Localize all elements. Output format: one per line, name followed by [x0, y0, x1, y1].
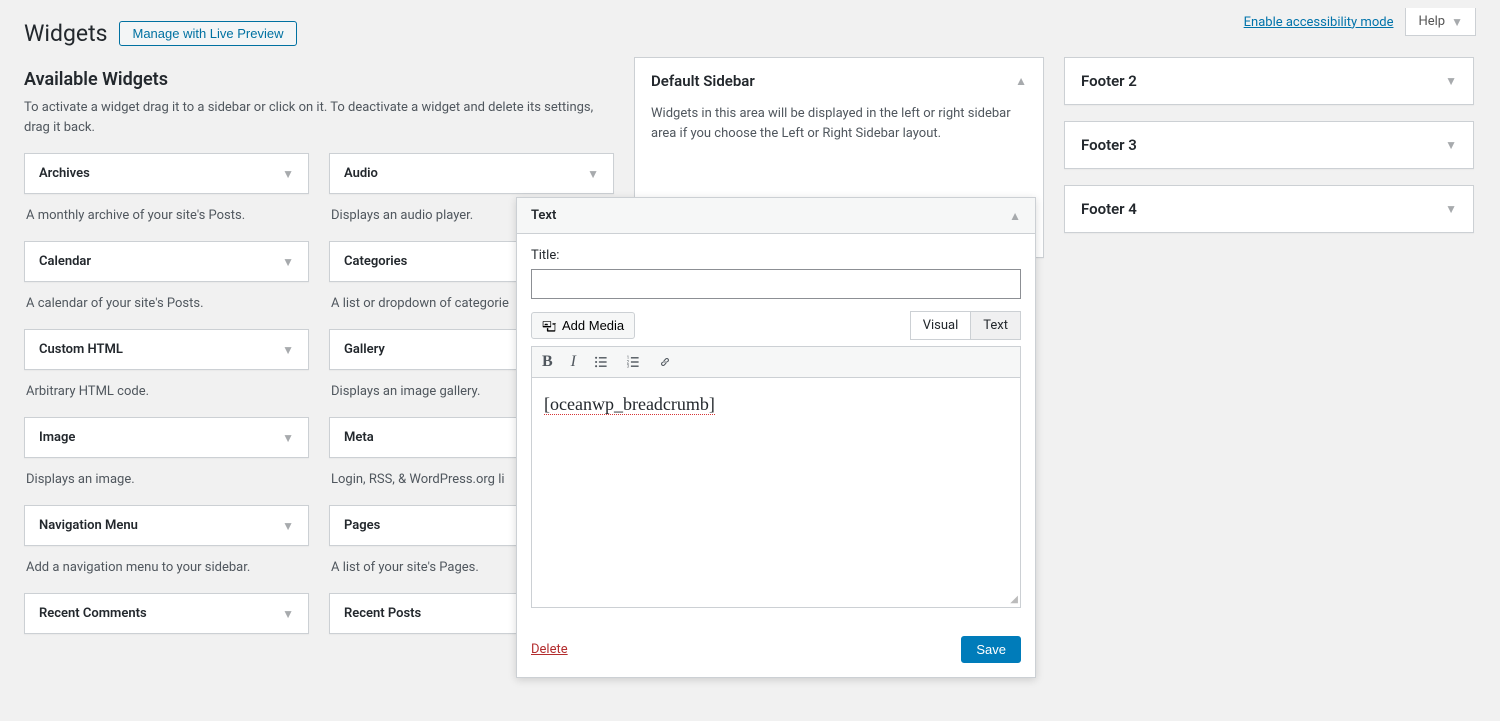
- live-preview-button[interactable]: Manage with Live Preview: [119, 21, 296, 46]
- widget-archives[interactable]: Archives▼: [24, 153, 309, 194]
- widget-audio[interactable]: Audio▼: [329, 153, 614, 194]
- text-widget-title: Text: [531, 208, 556, 223]
- chevron-down-icon: ▼: [282, 431, 294, 445]
- svg-text:3: 3: [627, 365, 630, 369]
- default-sidebar-desc: Widgets in this area will be displayed i…: [635, 104, 1043, 157]
- tab-visual[interactable]: Visual: [910, 311, 972, 340]
- page-title: Widgets: [24, 20, 107, 47]
- editor-content[interactable]: [oceanwp_breadcrumb] ◢: [531, 378, 1021, 608]
- italic-button[interactable]: I: [571, 353, 576, 371]
- widget-desc: A calendar of your site's Posts.: [24, 292, 309, 317]
- title-input[interactable]: [531, 269, 1021, 299]
- widget-calendar[interactable]: Calendar▼: [24, 241, 309, 282]
- footer-panel-title: Footer 4: [1081, 200, 1137, 218]
- widget-recent-comments[interactable]: Recent Comments▼: [24, 593, 309, 634]
- widget-custom-html[interactable]: Custom HTML▼: [24, 329, 309, 370]
- text-widget-header[interactable]: Text ▲: [517, 198, 1035, 234]
- media-icon: [542, 319, 556, 333]
- widget-navigation-menu[interactable]: Navigation Menu▼: [24, 505, 309, 546]
- widget-desc: A monthly archive of your site's Posts.: [24, 204, 309, 229]
- footer-panel-title: Footer 3: [1081, 136, 1137, 154]
- chevron-down-icon: ▼: [1445, 74, 1457, 88]
- shortcode-text: [oceanwp_breadcrumb]: [544, 394, 715, 415]
- bullet-list-icon: [594, 355, 608, 369]
- footer-3-panel[interactable]: Footer 3 ▼: [1064, 121, 1474, 169]
- chevron-down-icon: ▼: [282, 607, 294, 621]
- help-button[interactable]: Help ▼: [1405, 8, 1476, 36]
- bold-button[interactable]: B: [542, 353, 553, 371]
- available-widgets-desc: To activate a widget drag it to a sideba…: [24, 98, 614, 137]
- link-icon: [658, 355, 672, 369]
- numbered-list-button[interactable]: 123: [626, 355, 640, 369]
- widget-desc: Displays an image.: [24, 468, 309, 493]
- resize-handle-icon[interactable]: ◢: [1010, 594, 1018, 605]
- numbered-list-icon: 123: [626, 355, 640, 369]
- chevron-up-icon: ▲: [1015, 74, 1027, 88]
- delete-link[interactable]: Delete: [531, 642, 568, 657]
- chevron-down-icon: ▼: [1451, 15, 1463, 29]
- default-sidebar-toggle[interactable]: Default Sidebar ▲: [635, 58, 1043, 104]
- chevron-down-icon: ▼: [587, 167, 599, 181]
- bullet-list-button[interactable]: [594, 355, 608, 369]
- chevron-down-icon: ▼: [282, 343, 294, 357]
- chevron-up-icon: ▲: [1009, 209, 1021, 223]
- available-widgets-title: Available Widgets: [24, 57, 614, 90]
- widget-image[interactable]: Image▼: [24, 417, 309, 458]
- add-media-label: Add Media: [562, 318, 624, 333]
- footer-4-panel[interactable]: Footer 4 ▼: [1064, 185, 1474, 233]
- save-button[interactable]: Save: [961, 636, 1021, 663]
- footer-2-panel[interactable]: Footer 2 ▼: [1064, 57, 1474, 105]
- add-media-button[interactable]: Add Media: [531, 312, 635, 339]
- widget-desc: Arbitrary HTML code.: [24, 380, 309, 405]
- chevron-down-icon: ▼: [282, 167, 294, 181]
- default-sidebar-title: Default Sidebar: [651, 72, 755, 90]
- widget-desc: Add a navigation menu to your sidebar.: [24, 556, 309, 581]
- footer-panel-title: Footer 2: [1081, 72, 1137, 90]
- tab-text[interactable]: Text: [970, 311, 1021, 340]
- title-label: Title:: [531, 248, 1021, 263]
- chevron-down-icon: ▼: [1445, 202, 1457, 216]
- text-widget-editor: Text ▲ Title: Add Media Visual Text B I …: [516, 197, 1036, 678]
- editor-toolbar: B I 123: [531, 346, 1021, 378]
- chevron-down-icon: ▼: [282, 519, 294, 533]
- chevron-down-icon: ▼: [1445, 138, 1457, 152]
- help-label: Help: [1418, 14, 1445, 29]
- enable-accessibility-link[interactable]: Enable accessibility mode: [1244, 15, 1394, 30]
- chevron-down-icon: ▼: [282, 255, 294, 269]
- link-button[interactable]: [658, 355, 672, 369]
